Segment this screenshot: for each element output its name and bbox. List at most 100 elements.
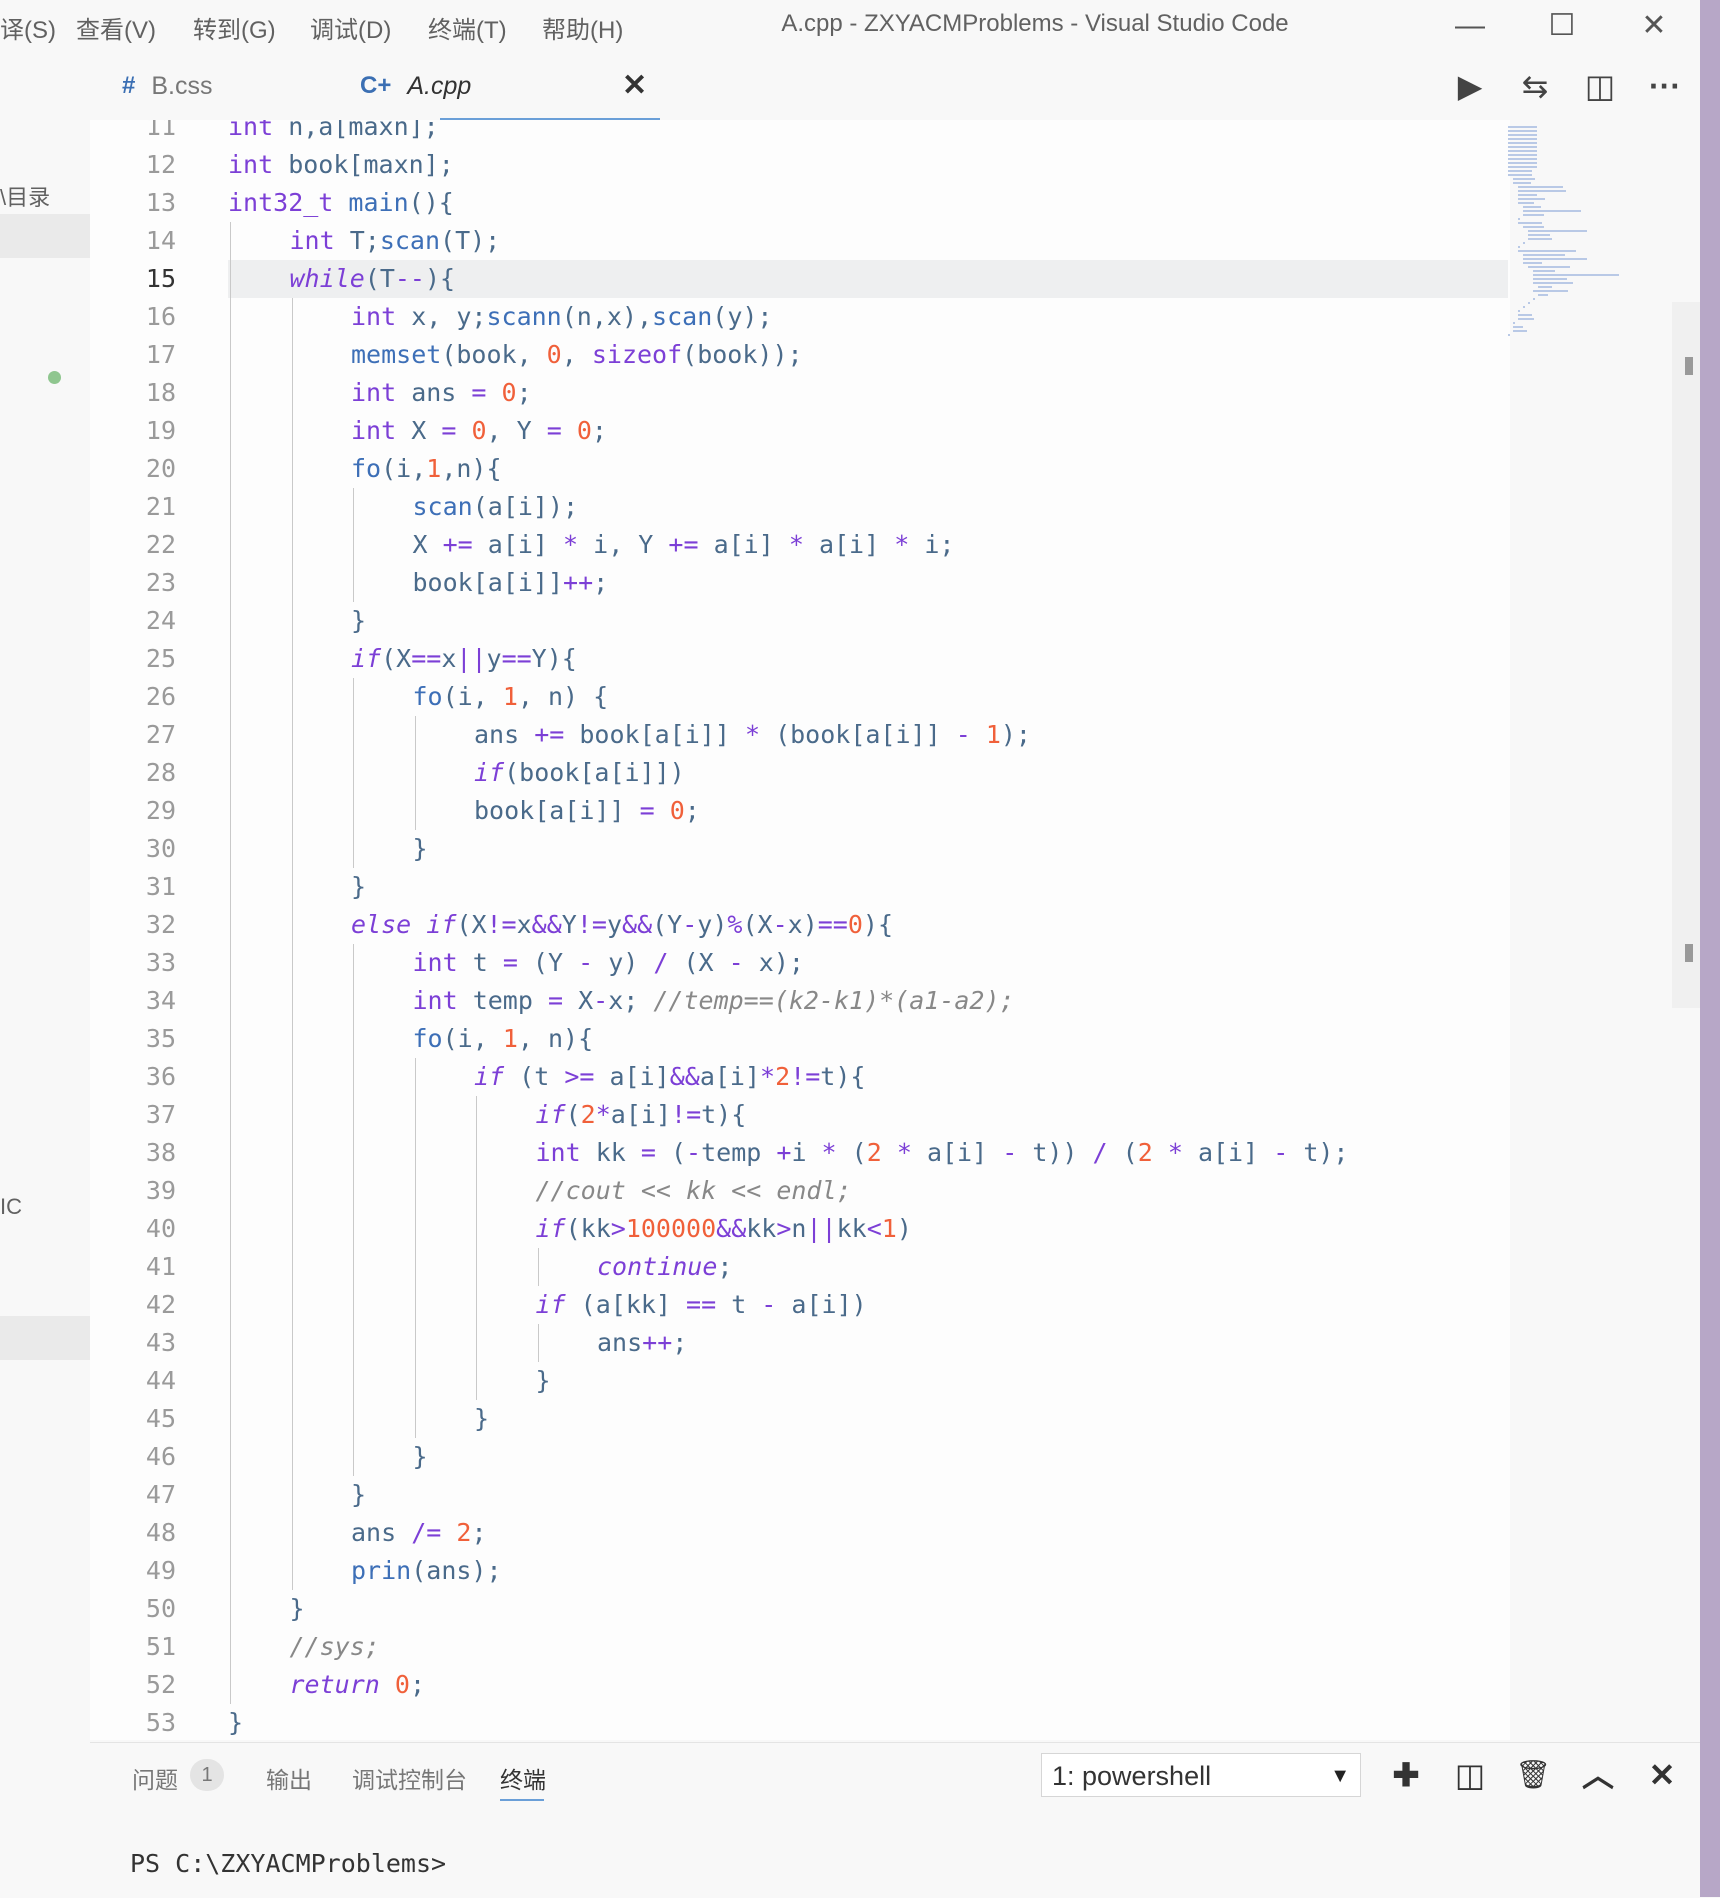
explorer-sidebar-fragment: \目录 IC <box>0 52 90 1742</box>
code-line[interactable]: } <box>228 1704 243 1740</box>
run-icon[interactable]: ▶ <box>1448 66 1492 106</box>
code-line[interactable]: book[a[i]]++; <box>413 564 609 602</box>
code-line[interactable]: int T;scan(T); <box>290 222 501 260</box>
split-editor-icon[interactable]: ◫ <box>1578 66 1622 106</box>
modified-dot-icon <box>48 371 61 384</box>
code-line[interactable]: int ans = 0; <box>351 374 532 412</box>
minimap-line <box>1523 210 1581 212</box>
code-line[interactable]: int32_t main(){ <box>228 184 454 222</box>
tab-problems[interactable]: 问题 <box>132 1761 178 1795</box>
code-line[interactable]: } <box>474 1400 489 1438</box>
close-window-icon[interactable]: ✕ <box>1632 6 1676 46</box>
code-line[interactable]: int t = (Y - y) / (X - x); <box>413 944 804 982</box>
code-line[interactable]: continue; <box>597 1248 732 1286</box>
more-actions-icon[interactable]: ··· <box>1643 66 1687 106</box>
code-line[interactable]: int book[maxn]; <box>228 146 454 184</box>
compare-icon[interactable]: ⇆ <box>1513 66 1557 106</box>
code-line[interactable]: else if(X!=x&&Y!=y&&(Y-y)%(X-x)==0){ <box>351 906 893 944</box>
line-number: 13 <box>145 188 176 217</box>
tab-terminal[interactable]: 终端 <box>500 1761 546 1795</box>
code-line[interactable]: } <box>351 1476 366 1514</box>
code-line[interactable]: } <box>351 602 366 640</box>
indent-guide <box>414 1058 416 1438</box>
minimize-icon[interactable]: — <box>1448 6 1492 46</box>
code-line[interactable]: scan(a[i]); <box>413 488 579 526</box>
code-line[interactable]: ans++; <box>597 1324 687 1362</box>
line-number: 43 <box>145 1328 176 1357</box>
close-tab-icon[interactable]: ✕ <box>622 68 647 103</box>
outline-label[interactable]: \目录 <box>0 180 50 212</box>
terminal-select[interactable]: 1: powershell ▼ <box>1041 1753 1361 1797</box>
code-line[interactable]: fo(i,1,n){ <box>351 450 502 488</box>
trash-icon[interactable]: 🗑 <box>1511 1753 1555 1797</box>
code-line[interactable]: //cout << kk << endl; <box>536 1172 852 1210</box>
sidebar-selected-row[interactable] <box>0 214 90 258</box>
code-line[interactable]: while(T--){ <box>290 260 456 298</box>
sidebar-fragment-label[interactable]: IC <box>0 1194 22 1220</box>
minimap-line <box>1523 214 1544 216</box>
tab-a-cpp[interactable]: C+ A.cpp <box>360 52 471 120</box>
line-number: 21 <box>145 492 176 521</box>
minimap-line <box>1533 270 1556 272</box>
code-line[interactable]: if(book[a[i]]) <box>474 754 685 792</box>
code-line[interactable]: } <box>413 1438 428 1476</box>
minimap-line <box>1508 166 1537 168</box>
line-number: 32 <box>145 910 176 939</box>
code-line[interactable]: int n,a[maxn]; <box>228 120 439 146</box>
code-line[interactable]: memset(book, 0, sizeof(book)); <box>351 336 803 374</box>
code-editor[interactable]: 11 12 13 14 15 16 17 18 19 20 21 22 23 24 25 26 27 28 29 30… <box>90 120 1510 1740</box>
minimap-line <box>1508 150 1537 152</box>
minimap-line <box>1523 242 1525 244</box>
tab-output[interactable]: 输出 <box>266 1761 312 1795</box>
code-line[interactable]: fo(i, 1, n){ <box>413 1020 594 1058</box>
code-line[interactable]: return 0; <box>290 1666 426 1704</box>
minimap-line <box>1538 286 1553 288</box>
new-terminal-icon[interactable]: ✚ <box>1384 1753 1428 1797</box>
editor-scrollbar[interactable] <box>1672 302 1700 1008</box>
indent-guide <box>230 222 231 1704</box>
tab-b-css[interactable]: # B.css <box>122 52 212 120</box>
code-line[interactable]: //sys; <box>290 1628 380 1666</box>
terminal-prompt[interactable]: PS C:\ZXYACMProblems> <box>130 1849 446 1878</box>
code-line[interactable]: if (a[kk] == t - a[i]) <box>536 1286 867 1324</box>
maximize-panel-icon[interactable]: ︿ <box>1576 1753 1620 1797</box>
code-line[interactable]: ans += book[a[i]] * (book[a[i]] - 1); <box>474 716 1031 754</box>
code-line[interactable]: fo(i, 1, n) { <box>413 678 609 716</box>
code-line[interactable]: if (t >= a[i]&&a[i]*2!=t){ <box>474 1058 865 1096</box>
code-line[interactable]: ans /= 2; <box>351 1514 487 1552</box>
minimap-line <box>1518 198 1546 200</box>
code-line[interactable]: int kk = (-temp +i * (2 * a[i] - t)) / (… <box>536 1134 1349 1172</box>
line-number: 44 <box>145 1366 176 1395</box>
code-line[interactable]: int X = 0, Y = 0; <box>351 412 607 450</box>
split-terminal-icon[interactable]: ◫ <box>1448 1753 1492 1797</box>
code-line[interactable]: if(2*a[i]!=t){ <box>536 1096 747 1134</box>
code-line[interactable]: X += a[i] * i, Y += a[i] * a[i] * i; <box>413 526 955 564</box>
line-number: 27 <box>145 720 176 749</box>
minimap[interactable] <box>1508 126 1658 336</box>
active-panel-tab-indicator <box>500 1799 544 1801</box>
sidebar-hover-row[interactable] <box>0 1316 90 1360</box>
code-line[interactable]: } <box>351 868 366 906</box>
code-line[interactable]: } <box>413 830 428 868</box>
code-line[interactable]: prin(ans); <box>351 1552 502 1590</box>
close-panel-icon[interactable]: ✕ <box>1640 1753 1684 1797</box>
minimap-line <box>1523 262 1543 264</box>
code-line[interactable]: } <box>290 1590 305 1628</box>
line-number: 14 <box>145 226 176 255</box>
line-number: 24 <box>145 606 176 635</box>
minimap-line <box>1508 142 1537 144</box>
code-line[interactable]: book[a[i]] = 0; <box>474 792 700 830</box>
code-line[interactable]: } <box>536 1362 551 1400</box>
minimap-line <box>1528 238 1552 240</box>
line-number: 12 <box>145 150 176 179</box>
code-line[interactable]: int temp = X-x; //temp==(k2-k1)*(a1-a2); <box>413 982 1015 1020</box>
code-line[interactable]: int x, y;scann(n,x),scan(y); <box>351 298 772 336</box>
minimap-line <box>1533 278 1567 280</box>
code-line[interactable]: if(kk>100000&&kk>n||kk<1) <box>536 1210 912 1248</box>
line-number: 50 <box>145 1594 176 1623</box>
code-line[interactable]: if(X==x||y==Y){ <box>351 640 577 678</box>
maximize-icon[interactable]: ☐ <box>1540 6 1584 46</box>
tab-label: B.css <box>151 71 213 100</box>
minimap-line <box>1508 162 1537 164</box>
tab-debug-console[interactable]: 调试控制台 <box>352 1761 467 1795</box>
